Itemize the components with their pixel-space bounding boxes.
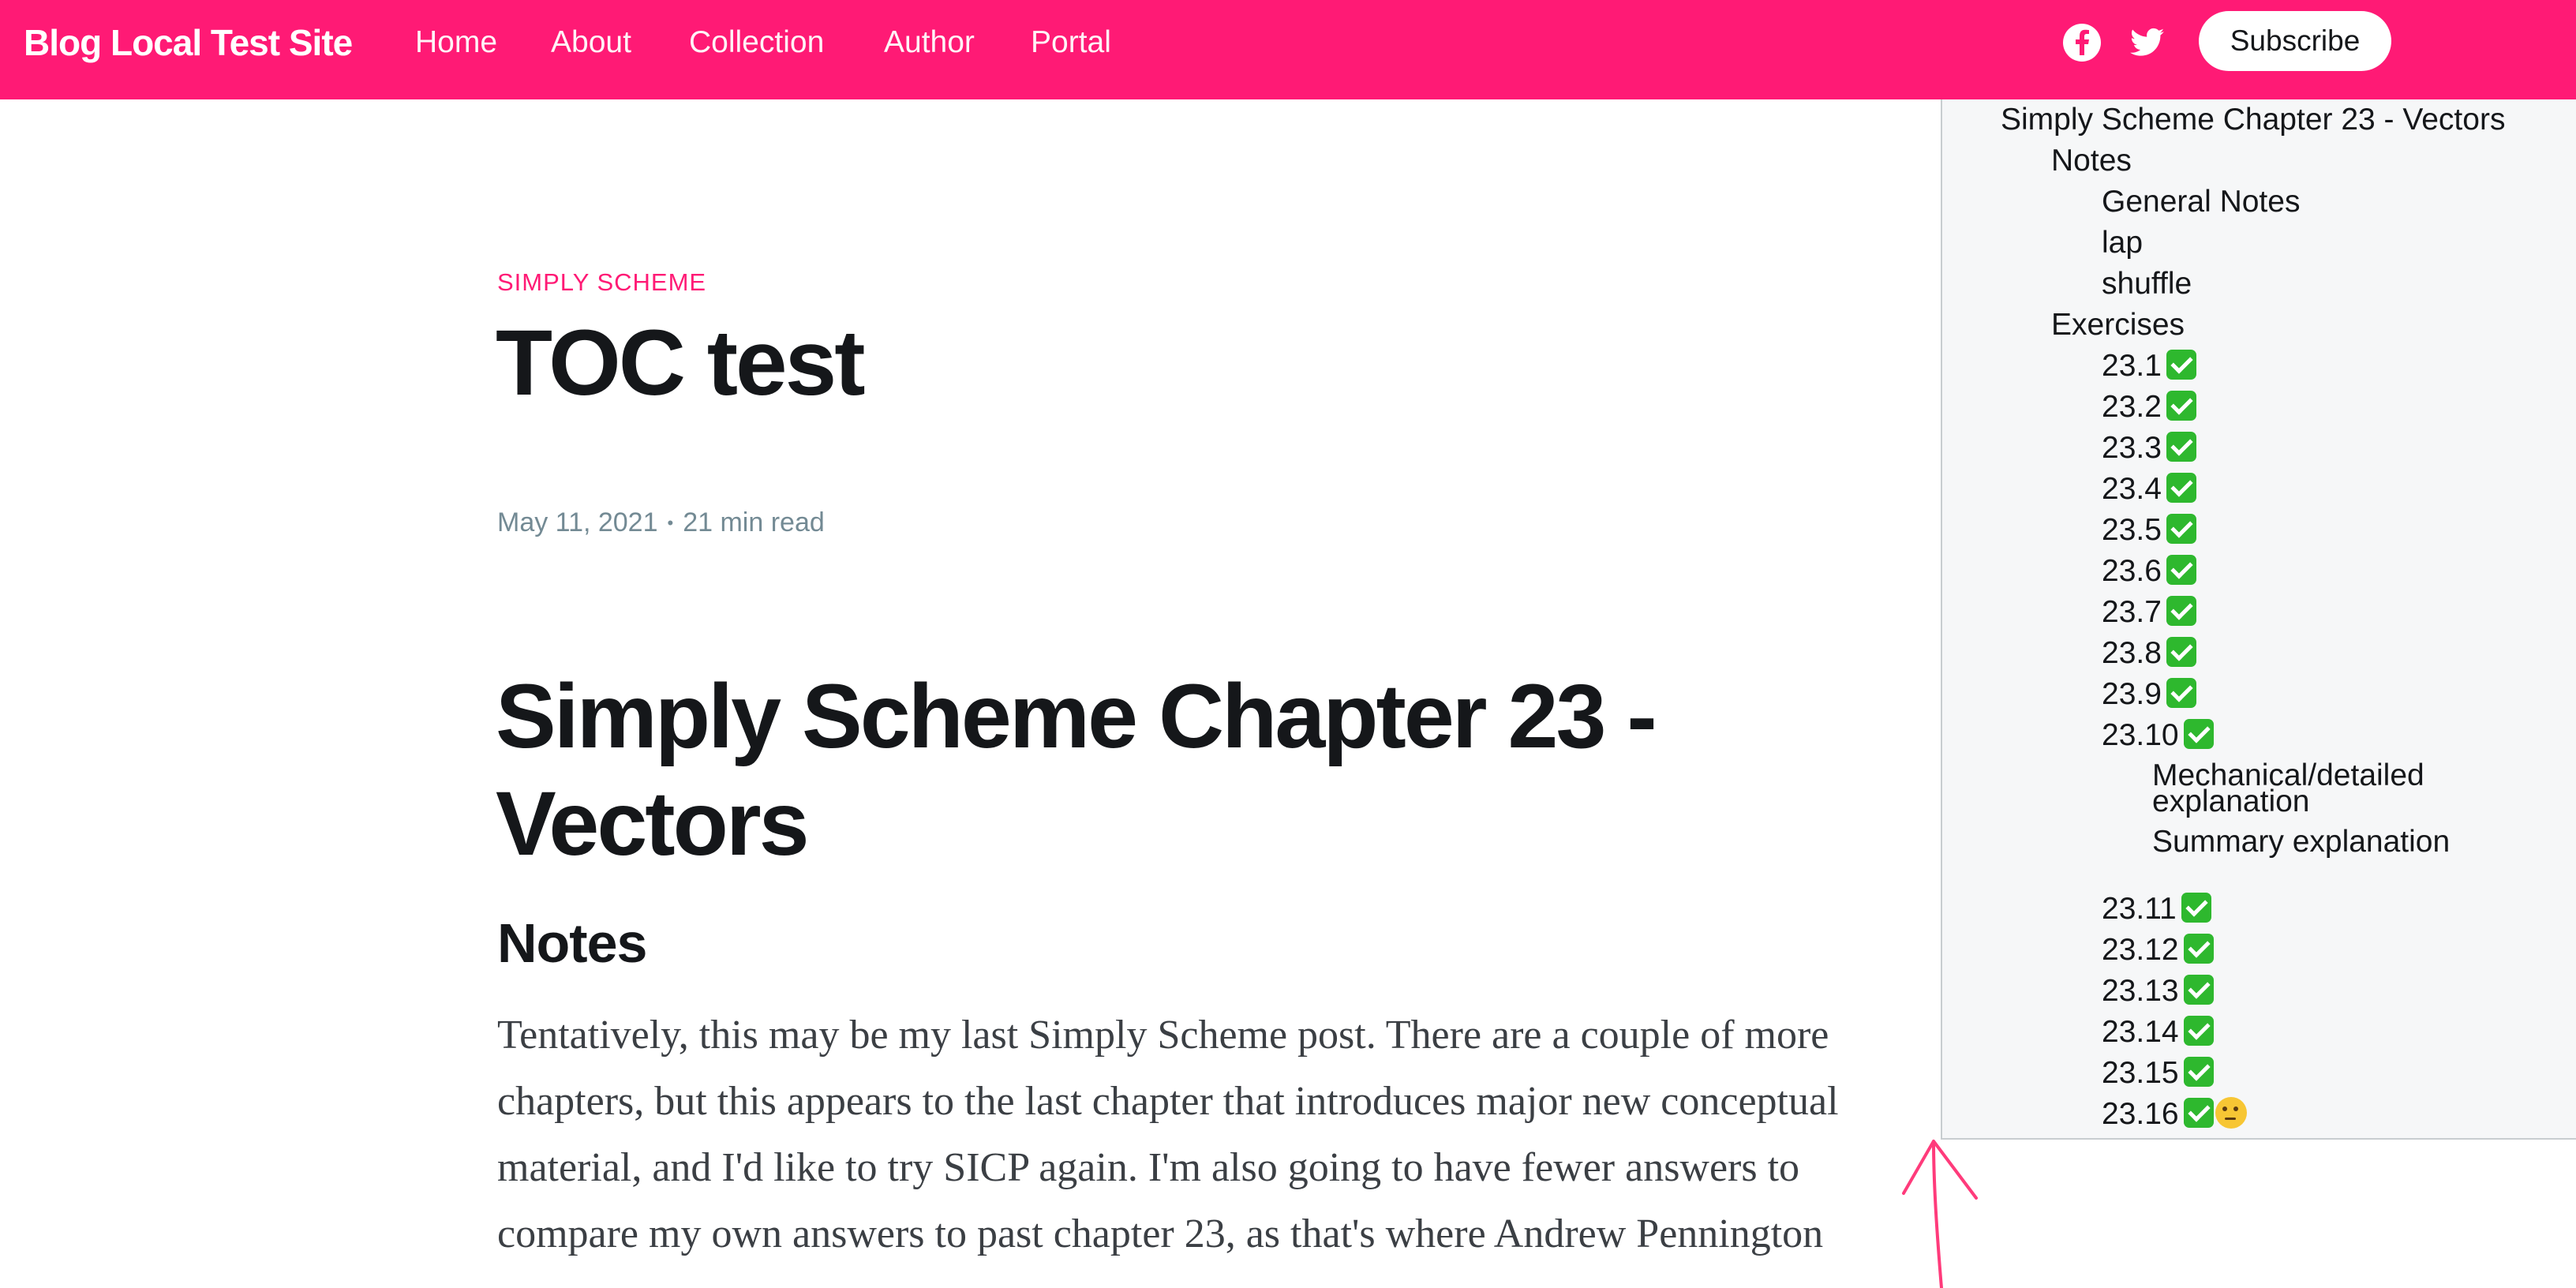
check-mark-icon [2166, 391, 2196, 421]
toc-item-label: 23.12 [2102, 933, 2179, 967]
check-mark-icon [2183, 1057, 2214, 1087]
toc-item-label: 23.6 [2102, 554, 2162, 588]
check-mark-icon [2183, 1016, 2214, 1046]
toc-item-shuffle[interactable]: shuffle [2102, 264, 2192, 305]
toc-item-label: Simply Scheme Chapter 23 - Vectors [2001, 103, 2506, 137]
toc-item-label: 23.2 [2102, 390, 2162, 424]
toc-item-label: 23.11 [2102, 892, 2177, 926]
check-mark-icon [2166, 350, 2196, 380]
meta-separator: • [667, 513, 674, 533]
toc-item-general-notes[interactable]: General Notes [2102, 182, 2300, 223]
toc-item-label: Notes [2051, 144, 2132, 178]
nav-link-home[interactable]: Home [415, 19, 497, 66]
section-heading-chapter: Simply Scheme Chapter 23 - Vectors [496, 666, 1657, 874]
toc-item-label: 23.16 [2102, 1097, 2179, 1131]
check-mark-icon [2183, 719, 2214, 749]
site-header: Blog Local Test Site Home About Collecti… [0, 0, 2576, 99]
twitter-icon[interactable] [2126, 22, 2167, 63]
toc-item-23-15[interactable]: 23.15 [2102, 1053, 2214, 1094]
toc-item-label: 23.13 [2102, 974, 2179, 1008]
toc-item-23-16[interactable]: 23.16 [2102, 1094, 2247, 1135]
toc-item-label: General Notes [2102, 185, 2301, 219]
nav-link-collection[interactable]: Collection [689, 19, 824, 66]
nav-link-author[interactable]: Author [884, 19, 975, 66]
toc-item-23-6[interactable]: 23.6 [2102, 551, 2196, 592]
check-mark-icon [2166, 555, 2196, 585]
toc-item-23-3[interactable]: 23.3 [2102, 428, 2196, 469]
toc-item-exercises[interactable]: Exercises [2051, 305, 2185, 346]
toc-item-label: Mechanical/detailed explanation [2152, 758, 2424, 818]
toc-item-summary-explanation[interactable]: Summary explanation [2152, 826, 2484, 857]
body-paragraph: Tentatively, this may be my last Simply … [497, 1013, 1839, 1256]
check-mark-icon [2183, 1098, 2214, 1128]
toc-item-23-14[interactable]: 23.14 [2102, 1012, 2214, 1053]
toc-item-label: 23.9 [2102, 677, 2162, 711]
facebook-icon[interactable] [2061, 22, 2102, 63]
toc-item-23-2[interactable]: 23.2 [2102, 387, 2196, 428]
toc-item-label: lap [2102, 226, 2144, 260]
toc-item-label: Exercises [2051, 308, 2185, 342]
check-mark-icon [2183, 975, 2214, 1005]
nav-link-about[interactable]: About [551, 19, 631, 66]
post-tag-link[interactable]: SIMPLY SCHEME [497, 265, 706, 300]
annotation-arrow-icon [1902, 1140, 1978, 1288]
toc-item-23-10[interactable]: 23.10 [2102, 715, 2214, 756]
toc-item-23-8[interactable]: 23.8 [2102, 633, 2196, 674]
check-mark-icon [2166, 596, 2196, 626]
table-of-contents: Simply Scheme Chapter 23 - Vectors Notes… [1941, 99, 2576, 1140]
toc-item-mechanical-explanation[interactable]: Mechanical/detailed explanation [2152, 760, 2484, 817]
toc-item-23-11[interactable]: 23.11 [2102, 889, 2211, 930]
toc-item-label: shuffle [2102, 267, 2192, 301]
toc-item-23-1[interactable]: 23.1 [2102, 346, 2196, 387]
toc-item-label: 23.14 [2102, 1015, 2179, 1049]
toc-item-label: 23.4 [2102, 472, 2162, 506]
toc-item-label: 23.5 [2102, 513, 2162, 547]
post-read-time: 21 min read [683, 507, 825, 537]
subscribe-button[interactable]: Subscribe [2199, 11, 2391, 71]
toc-item-lap[interactable]: lap [2102, 223, 2143, 264]
check-mark-icon [2166, 473, 2196, 503]
toc-item-23-9[interactable]: 23.9 [2102, 674, 2196, 715]
post-date: May 11, 2021 [497, 507, 658, 537]
section-heading-notes: Notes [497, 912, 647, 974]
toc-item-23-5[interactable]: 23.5 [2102, 510, 2196, 551]
site-title-link[interactable]: Blog Local Test Site [24, 19, 353, 66]
check-mark-icon [2181, 893, 2211, 923]
toc-item-label: 23.1 [2102, 349, 2162, 383]
check-mark-icon [2166, 637, 2196, 667]
toc-item-23-12[interactable]: 23.12 [2102, 930, 2214, 971]
nav-link-portal[interactable]: Portal [1031, 19, 1111, 66]
check-mark-icon [2183, 934, 2214, 964]
post-meta: May 11, 2021 • 21 min read [497, 504, 825, 541]
check-mark-icon [2166, 514, 2196, 544]
toc-item-23-13[interactable]: 23.13 [2102, 971, 2214, 1012]
toc-item-chapter[interactable]: Simply Scheme Chapter 23 - Vectors [2001, 99, 2505, 140]
toc-item-label: Summary explanation [2152, 825, 2451, 859]
toc-item-23-7[interactable]: 23.7 [2102, 592, 2196, 633]
check-mark-icon [2166, 678, 2196, 708]
toc-item-notes[interactable]: Notes [2051, 140, 2132, 182]
toc-item-label: 23.10 [2102, 718, 2179, 752]
toc-item-label: 23.3 [2102, 431, 2162, 465]
toc-item-23-4[interactable]: 23.4 [2102, 469, 2196, 510]
toc-item-label: 23.8 [2102, 636, 2162, 670]
check-mark-icon [2166, 432, 2196, 462]
toc-item-label: 23.7 [2102, 595, 2162, 629]
post-title: TOC test [496, 311, 866, 415]
toc-item-label: 23.15 [2102, 1056, 2179, 1090]
thinking-face-icon [2215, 1097, 2247, 1129]
